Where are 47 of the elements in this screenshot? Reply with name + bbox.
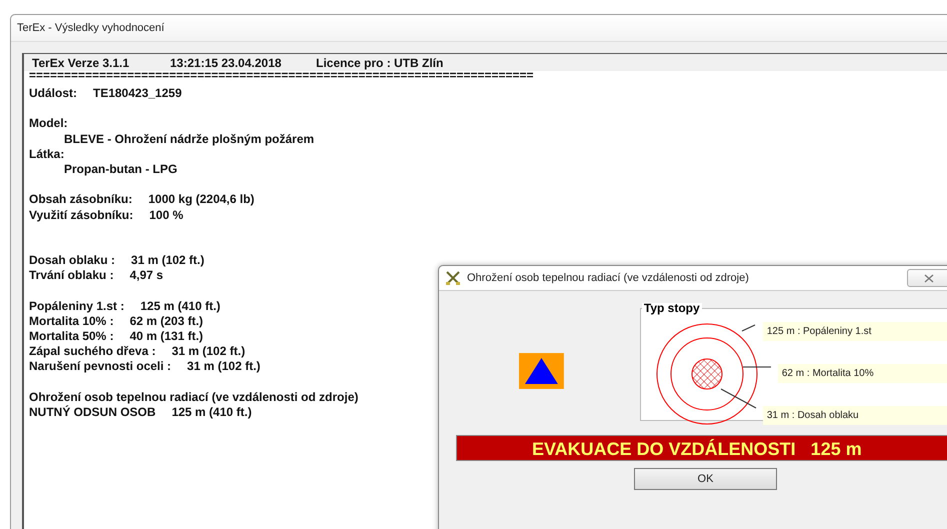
ok-button[interactable]: OK <box>634 468 777 490</box>
field-value: 125 m (410 ft.) <box>140 298 220 314</box>
header-text: 13:21:15 23.04.2018 <box>170 56 282 70</box>
leader-line <box>742 366 772 368</box>
section-value: BLEVE - Ohrožení nádrže plošným požárem <box>64 132 314 147</box>
window-title: TerEx - Výsledky vyhodnocení <box>17 22 164 34</box>
crossed-tools-icon <box>445 270 461 286</box>
field-label: NUTNÝ ODSUN OSOB <box>29 404 156 420</box>
field-value: 31 m (102 ft.) <box>131 253 204 268</box>
field-value: TE180423_1259 <box>93 86 182 102</box>
field-value: 4,97 s <box>130 268 164 284</box>
field-value: 125 m (410 ft.) <box>172 404 252 420</box>
separator-text: ======================================================================== <box>28 71 535 80</box>
zone-label: 62 m : Mortalita 10% <box>778 364 947 383</box>
leader-line <box>741 324 756 332</box>
field-label: Dosah oblaku : <box>29 253 116 268</box>
close-icon <box>924 274 934 282</box>
field-value: 40 m (131 ft.) <box>130 329 204 344</box>
field-label: Zápal suchého dřeva : <box>29 344 156 360</box>
header-text: TerEx Verze 3.1.1 <box>32 56 130 70</box>
field-label: Událost: <box>29 86 77 102</box>
evacuation-banner: EVAKUACE DO VZDÁLENOSTI 125 m <box>456 435 947 461</box>
header-text: Licence pro : UTB Zlín <box>316 56 444 70</box>
field-label: Využití zásobníku: <box>29 208 134 223</box>
field-value: 62 m (203 ft.) <box>130 314 204 329</box>
section-label: Model: <box>29 116 68 132</box>
triangle-sign-icon <box>519 353 564 389</box>
dialog-title: Ohrožení osob tepelnou radiací (ve vzdálenosti od zdroje) <box>467 272 749 284</box>
zone-label: 31 m : Dosah oblaku <box>762 406 947 425</box>
field-value: 1000 kg (2204,6 lb) <box>148 192 254 208</box>
zone-label: 125 m : Popáleniny 1.st <box>762 322 947 341</box>
field-label: Mortalita 10% : <box>29 314 114 329</box>
leader-line <box>720 388 756 408</box>
hatched-circle <box>691 358 722 390</box>
field-label: Popáleniny 1.st : <box>29 298 124 314</box>
field-label: Narušení pevnosti oceli : <box>29 359 172 375</box>
group-title: Typ stopy <box>642 303 702 314</box>
section-label: Látka: <box>29 146 64 162</box>
section-value: Propan-butan - LPG <box>64 162 178 178</box>
field-label: Mortalita 50% : <box>29 329 114 344</box>
section-label: Ohrožení osob tepelnou radiací (ve vzdálenosti od zdroje) <box>29 390 358 405</box>
close-button[interactable] <box>907 269 947 287</box>
field-label: Obsah zásobníku: <box>29 192 132 208</box>
field-value: 100 % <box>149 208 184 223</box>
field-value: 31 m (102 ft.) <box>187 359 260 375</box>
field-label: Trvání oblaku : <box>29 268 114 284</box>
field-value: 31 m (102 ft.) <box>172 344 246 360</box>
